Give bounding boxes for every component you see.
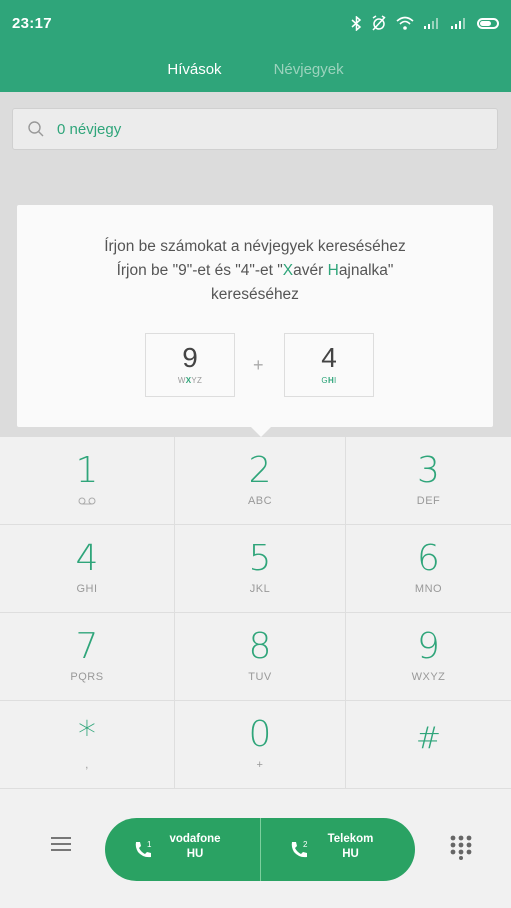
key-0[interactable]: 0 + bbox=[175, 701, 346, 789]
example-key-9: 9 WXYZ bbox=[145, 333, 235, 397]
key-4[interactable]: 4 GHI bbox=[0, 525, 175, 613]
hint-line-3: kereséséhez bbox=[211, 286, 299, 303]
key-3[interactable]: 3 DEF bbox=[346, 437, 511, 525]
tab-contacts[interactable]: Névjegyek bbox=[274, 61, 344, 78]
call-sim2-button[interactable]: 2 Telekom HU bbox=[259, 818, 416, 881]
hint-card-pointer bbox=[251, 427, 271, 437]
battery-icon bbox=[477, 17, 499, 29]
wifi-icon bbox=[396, 16, 414, 30]
search-input[interactable]: 0 névjegy bbox=[12, 108, 498, 150]
key-star[interactable]: * , bbox=[0, 701, 175, 789]
dialpad-toggle-button[interactable] bbox=[441, 829, 481, 865]
svg-text:2: 2 bbox=[303, 840, 308, 849]
search-placeholder: 0 névjegy bbox=[57, 120, 122, 138]
key-1[interactable]: 1 bbox=[0, 437, 175, 525]
key-8[interactable]: 8 TUV bbox=[175, 613, 346, 701]
call-buttons: 1 vodafone HU 2 Telekom HU bbox=[105, 818, 415, 881]
hint-line-2: Írjon be "9"-et és "4"-et "Xavér Hajnalk… bbox=[116, 262, 394, 279]
phone-sim2-icon: 2 bbox=[291, 840, 308, 858]
call-sim1-button[interactable]: 1 vodafone HU bbox=[105, 818, 260, 881]
svg-text:1: 1 bbox=[147, 840, 152, 849]
status-time: 23:17 bbox=[12, 14, 52, 32]
tab-bar: Hívások Névjegyek bbox=[0, 46, 511, 92]
status-bar: 23:17 bbox=[0, 0, 511, 46]
search-hint-card: Írjon be számokat a névjegyek kereséséhe… bbox=[17, 205, 493, 427]
status-icons bbox=[351, 15, 499, 31]
key-9[interactable]: 9 WXYZ bbox=[346, 613, 511, 701]
key-hash[interactable]: # bbox=[346, 701, 511, 789]
key-6[interactable]: 6 MNO bbox=[346, 525, 511, 613]
signal-sim1-icon bbox=[423, 17, 441, 29]
phone-sim1-icon: 1 bbox=[135, 840, 152, 858]
dialer-bottom-bar: 1 vodafone HU 2 Telekom HU bbox=[0, 789, 511, 908]
key-5[interactable]: 5 JKL bbox=[175, 525, 346, 613]
bluetooth-icon bbox=[351, 15, 362, 31]
app-header: 23:17 Hívások Névjegyek bbox=[0, 0, 511, 92]
hint-text: Írjon be számokat a névjegyek kereséséhe… bbox=[17, 235, 493, 307]
plus-sign: + bbox=[253, 355, 264, 375]
search-icon bbox=[28, 121, 44, 137]
signal-sim2-icon bbox=[450, 17, 468, 29]
key-7[interactable]: 7 PQRS bbox=[0, 613, 175, 701]
alarm-off-icon bbox=[371, 15, 387, 31]
dial-keypad: 1 2 ABC 3 DEF 4 GHI 5 JKL 6 MNO 7 PQRS 8… bbox=[0, 437, 511, 789]
hint-line-1: Írjon be számokat a névjegyek kereséséhe… bbox=[104, 238, 406, 255]
menu-button[interactable] bbox=[46, 829, 76, 859]
menu-icon bbox=[51, 837, 71, 851]
key-2[interactable]: 2 ABC bbox=[175, 437, 346, 525]
voicemail-icon bbox=[78, 497, 96, 505]
tab-calls[interactable]: Hívások bbox=[167, 61, 221, 78]
dialpad-icon bbox=[450, 835, 472, 860]
example-key-4: 4 GHI bbox=[284, 333, 374, 397]
